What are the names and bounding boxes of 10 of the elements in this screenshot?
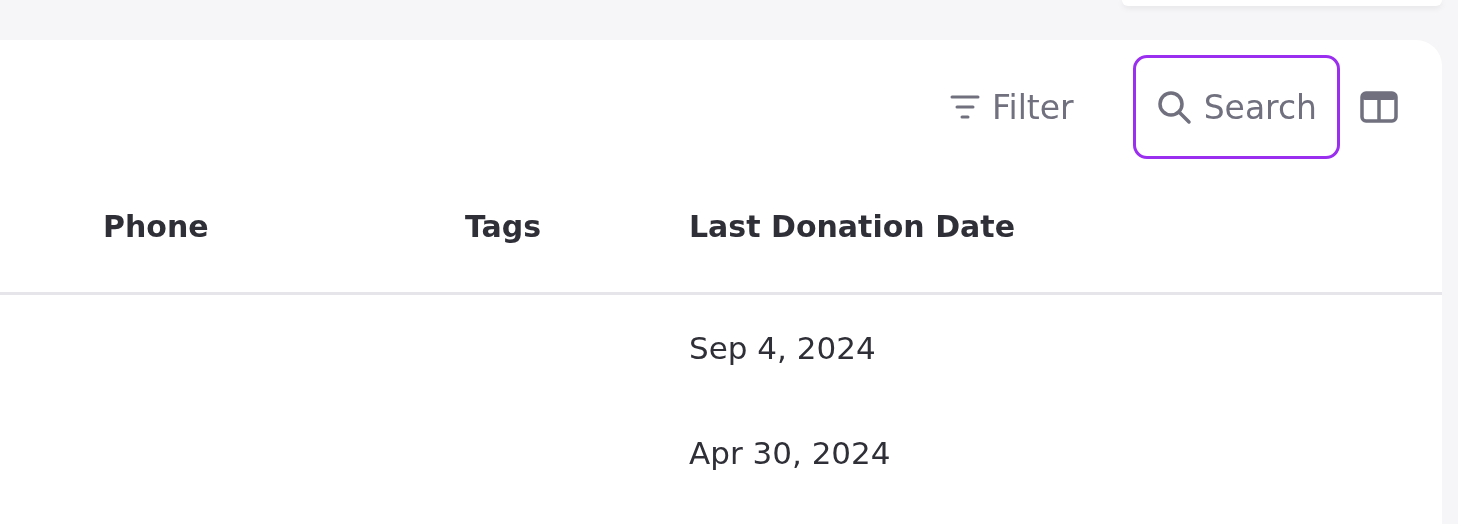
search-button[interactable]: Search — [1132, 55, 1340, 159]
column-header: Phone — [103, 208, 210, 244]
filter-icon — [949, 94, 980, 120]
table-cell-text: Sep 4, 2024 — [689, 329, 877, 366]
columns-icon[interactable] — [1360, 91, 1398, 123]
column-header: Last Donation Date — [689, 208, 1016, 244]
search-icon — [1155, 89, 1192, 125]
column-header: Tags — [465, 208, 543, 244]
filter-button[interactable]: Filter — [926, 55, 1097, 159]
table-cell-text: Apr 30, 2024 — [689, 434, 892, 471]
